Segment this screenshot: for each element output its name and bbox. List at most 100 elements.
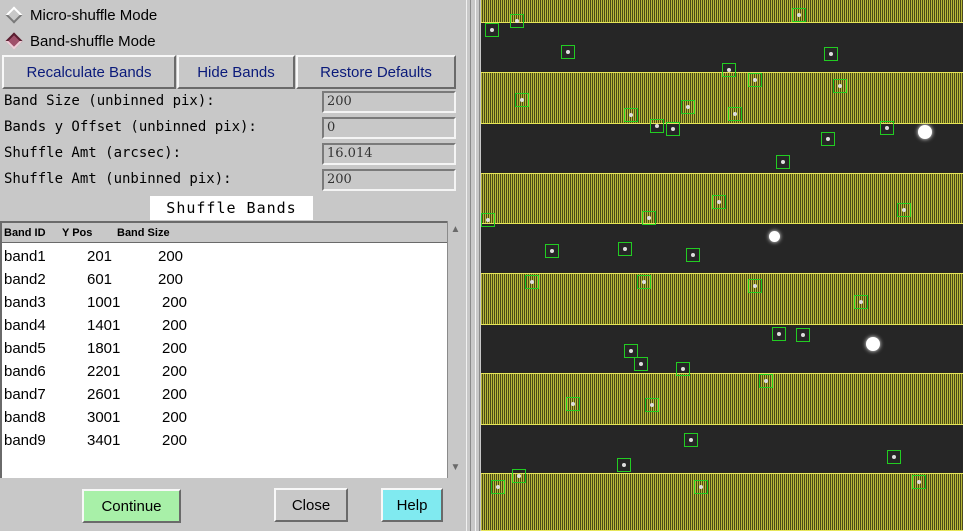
object-marker[interactable] bbox=[634, 357, 648, 371]
object-marker[interactable] bbox=[686, 248, 700, 262]
shuffle-amt-arcsec-input[interactable]: 16.014 bbox=[322, 143, 456, 165]
object-marker[interactable] bbox=[684, 433, 698, 447]
band-size-cell: 200 bbox=[158, 271, 184, 288]
object-marker[interactable] bbox=[561, 45, 575, 59]
band-size-cell: 200 bbox=[162, 340, 188, 357]
object-marker[interactable] bbox=[642, 211, 656, 225]
micro-shuffle-mode-option[interactable]: Micro-shuffle Mode bbox=[4, 3, 157, 27]
object-marker[interactable] bbox=[525, 275, 539, 289]
object-marker[interactable] bbox=[728, 107, 742, 121]
band-id-cell: band7 bbox=[4, 386, 46, 403]
band-size-label: Band Size (unbinned pix): bbox=[4, 93, 215, 109]
band-id-cell: band2 bbox=[4, 271, 46, 288]
radio-diamond-unselected-icon[interactable] bbox=[5, 6, 23, 24]
object-marker[interactable] bbox=[880, 121, 894, 135]
column-header-band-size: Band Size bbox=[117, 227, 170, 239]
radio-diamond-selected-icon[interactable] bbox=[5, 32, 23, 50]
close-button[interactable]: Close bbox=[274, 488, 348, 522]
object-marker[interactable] bbox=[510, 14, 524, 28]
object-marker[interactable] bbox=[512, 469, 526, 483]
band-size-cell: 200 bbox=[162, 386, 188, 403]
object-marker[interactable] bbox=[666, 122, 680, 136]
band-size-cell: 200 bbox=[162, 317, 188, 334]
object-marker[interactable] bbox=[772, 327, 786, 341]
band-shuffle-mode-option[interactable]: Band-shuffle Mode bbox=[4, 29, 156, 53]
y-pos-cell: 1401 bbox=[87, 317, 121, 334]
object-marker[interactable] bbox=[722, 63, 736, 77]
panel-splitter[interactable] bbox=[466, 0, 480, 531]
shuffle-band-overlay bbox=[481, 273, 963, 325]
continue-button[interactable]: Continue bbox=[82, 489, 181, 523]
help-button[interactable]: Help bbox=[381, 488, 443, 522]
object-marker[interactable] bbox=[748, 279, 762, 293]
band-id-cell: band3 bbox=[4, 294, 46, 311]
object-marker[interactable] bbox=[897, 203, 911, 217]
shuffle-bands-table[interactable]: Band ID Y Pos Band Size band1 201 200 ba… bbox=[0, 221, 447, 478]
bright-star bbox=[769, 231, 780, 242]
scroll-up-arrow-icon[interactable]: ▲ bbox=[449, 223, 462, 237]
bright-star bbox=[866, 337, 880, 351]
y-pos-cell: 3001 bbox=[87, 409, 121, 426]
band-id-cell: band5 bbox=[4, 340, 46, 357]
object-marker[interactable] bbox=[796, 328, 810, 342]
object-marker[interactable] bbox=[491, 480, 505, 494]
band-id-cell: band9 bbox=[4, 432, 46, 449]
object-marker[interactable] bbox=[833, 79, 847, 93]
object-marker[interactable] bbox=[485, 23, 499, 37]
y-pos-cell: 201 bbox=[87, 248, 113, 265]
object-marker[interactable] bbox=[566, 397, 580, 411]
object-marker[interactable] bbox=[854, 295, 868, 309]
object-marker[interactable] bbox=[694, 480, 708, 494]
sky-strip bbox=[481, 325, 963, 373]
object-marker[interactable] bbox=[645, 398, 659, 412]
object-marker[interactable] bbox=[650, 119, 664, 133]
object-marker[interactable] bbox=[776, 155, 790, 169]
object-marker[interactable] bbox=[712, 195, 726, 209]
hide-bands-button[interactable]: Hide Bands bbox=[177, 55, 295, 89]
sky-image-view[interactable] bbox=[481, 0, 963, 531]
y-pos-cell: 1001 bbox=[87, 294, 121, 311]
object-marker[interactable] bbox=[624, 344, 638, 358]
object-marker[interactable] bbox=[481, 213, 495, 227]
y-pos-cell: 2201 bbox=[87, 363, 121, 380]
object-marker[interactable] bbox=[515, 93, 529, 107]
object-marker[interactable] bbox=[637, 275, 651, 289]
object-marker[interactable] bbox=[748, 73, 762, 87]
object-marker[interactable] bbox=[618, 242, 632, 256]
band-size-cell: 200 bbox=[162, 409, 188, 426]
object-marker[interactable] bbox=[681, 100, 695, 114]
object-marker[interactable] bbox=[624, 108, 638, 122]
column-header-band-id: Band ID bbox=[4, 227, 46, 239]
object-marker[interactable] bbox=[821, 132, 835, 146]
shuffle-band-overlay bbox=[481, 0, 963, 23]
table-header: Band ID Y Pos Band Size bbox=[2, 223, 447, 243]
object-marker[interactable] bbox=[824, 47, 838, 61]
band-shuffle-mode-label: Band-shuffle Mode bbox=[30, 32, 156, 50]
recalculate-bands-button[interactable]: Recalculate Bands bbox=[2, 55, 176, 89]
shuffle-bands-title: Shuffle Bands bbox=[150, 196, 313, 220]
object-marker[interactable] bbox=[792, 8, 806, 22]
object-marker[interactable] bbox=[887, 450, 901, 464]
object-marker[interactable] bbox=[759, 374, 773, 388]
scroll-down-arrow-icon[interactable]: ▼ bbox=[449, 461, 462, 475]
bright-star bbox=[918, 125, 932, 139]
restore-defaults-button[interactable]: Restore Defaults bbox=[296, 55, 456, 89]
band-size-cell: 200 bbox=[158, 248, 184, 265]
sky-strip bbox=[481, 425, 963, 473]
micro-shuffle-mode-label: Micro-shuffle Mode bbox=[30, 6, 158, 24]
band-size-cell: 200 bbox=[162, 432, 188, 449]
table-scrollbar[interactable]: ▲ ▼ bbox=[447, 221, 462, 478]
object-marker[interactable] bbox=[912, 475, 926, 489]
band-size-input[interactable]: 200 bbox=[322, 91, 456, 113]
y-pos-cell: 2601 bbox=[87, 386, 121, 403]
band-id-cell: band4 bbox=[4, 317, 46, 334]
shuffle-config-panel: Micro-shuffle Mode Band-shuffle Mode Rec… bbox=[0, 0, 466, 531]
shuffle-amt-pix-input[interactable]: 200 bbox=[322, 169, 456, 191]
object-marker[interactable] bbox=[617, 458, 631, 472]
object-marker[interactable] bbox=[676, 362, 690, 376]
bands-y-offset-input[interactable]: 0 bbox=[322, 117, 456, 139]
band-id-cell: band6 bbox=[4, 363, 46, 380]
shuffle-band-overlay bbox=[481, 373, 963, 425]
object-marker[interactable] bbox=[545, 244, 559, 258]
column-header-y-pos: Y Pos bbox=[62, 227, 93, 239]
